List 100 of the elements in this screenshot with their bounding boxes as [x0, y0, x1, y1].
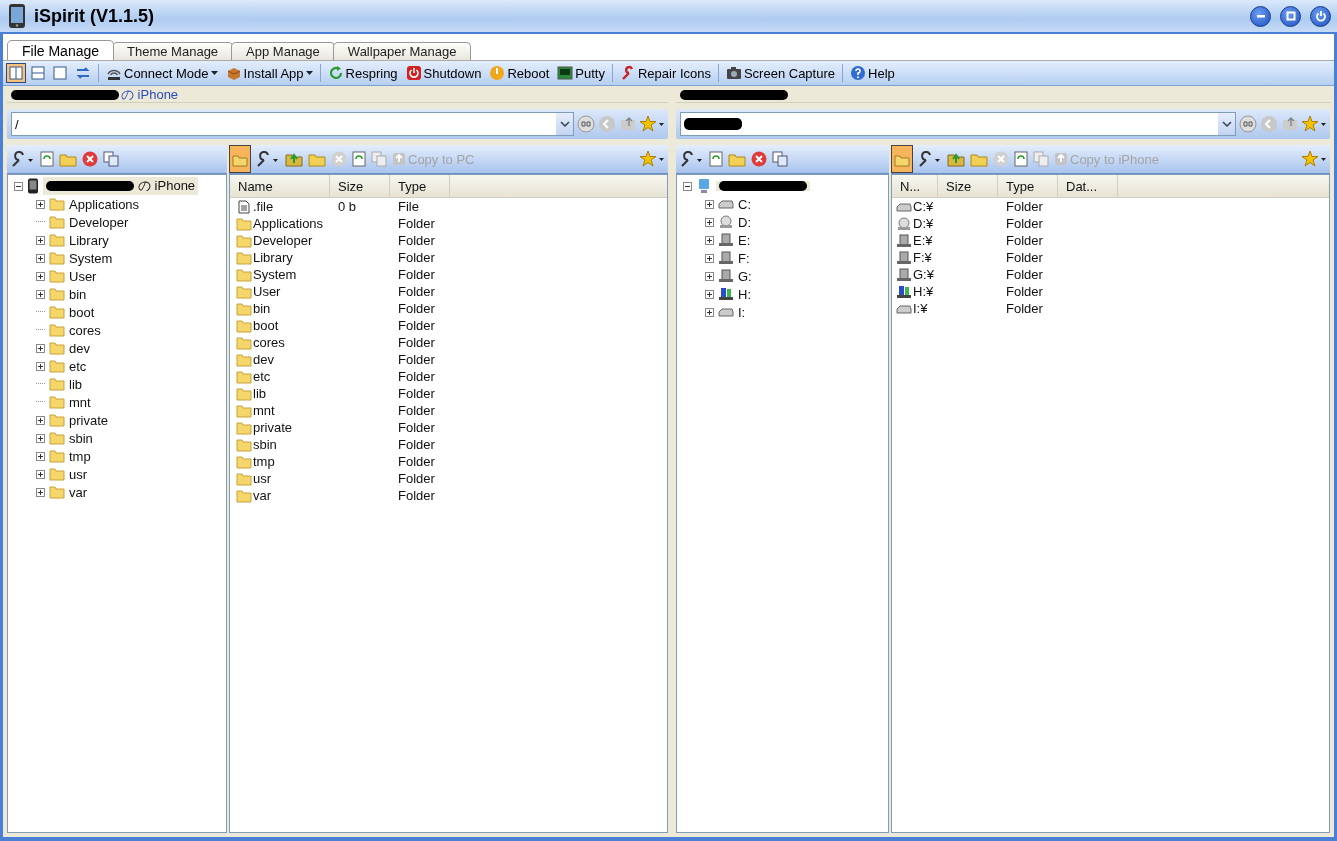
toolbar-button[interactable]: Respring [324, 65, 401, 81]
delete-icon[interactable] [82, 151, 98, 167]
column-header[interactable]: Type [390, 175, 450, 197]
expand-toggle[interactable] [36, 361, 45, 371]
file-name[interactable]: boot [253, 318, 279, 333]
tree-item[interactable]: usr [69, 466, 88, 482]
expand-toggle[interactable] [36, 433, 45, 443]
file-name[interactable]: cores [253, 335, 285, 350]
file-name[interactable]: private [253, 420, 293, 435]
file-name[interactable]: Library [253, 250, 293, 265]
star-icon[interactable] [1302, 150, 1326, 168]
column-header[interactable]: Dat... [1058, 175, 1118, 197]
file-name[interactable]: var [253, 488, 272, 503]
toolbar-button[interactable]: Connect Mode [103, 65, 221, 81]
file-name[interactable]: tmp [253, 454, 275, 469]
toolbar-button[interactable]: Reboot [486, 65, 553, 81]
expand-toggle[interactable] [705, 235, 714, 245]
toolbar-button[interactable]: Putty [554, 65, 608, 81]
tree-item[interactable]: H: [738, 286, 751, 302]
tree-item[interactable]: G: [738, 268, 752, 284]
file-name[interactable]: System [253, 267, 297, 282]
tab[interactable]: File Manage [7, 40, 115, 60]
tree-item[interactable]: sbin [69, 430, 93, 446]
tree-item[interactable]: private [69, 412, 109, 428]
collapse-toggle[interactable] [14, 181, 23, 191]
toolbar-button[interactable]: Help [847, 65, 898, 81]
file-name[interactable]: sbin [253, 437, 277, 452]
star-icon[interactable] [640, 115, 664, 133]
star-icon[interactable] [640, 150, 664, 168]
swap-icon[interactable] [75, 65, 91, 81]
file-name[interactable]: E:¥ [913, 233, 933, 248]
tree-item[interactable]: F: [738, 250, 750, 266]
tree-item[interactable]: tmp [69, 448, 91, 464]
column-header[interactable]: Size [938, 175, 998, 197]
refresh-icon[interactable] [1014, 151, 1028, 167]
go-icon[interactable] [577, 115, 595, 133]
maximize-button[interactable] [1280, 5, 1301, 27]
file-name[interactable]: lib [253, 386, 266, 401]
file-name[interactable]: Applications [253, 216, 324, 231]
file-name[interactable]: Developer [253, 233, 313, 248]
single-view-icon[interactable] [50, 63, 70, 83]
tree-item[interactable]: mnt [69, 394, 91, 410]
expand-toggle[interactable] [705, 253, 714, 263]
star-icon[interactable] [1302, 115, 1326, 133]
split-view-icon[interactable] [6, 63, 26, 83]
go-icon[interactable] [1239, 115, 1257, 133]
wrench-icon[interactable] [256, 150, 280, 168]
tree-item[interactable]: boot [69, 304, 95, 320]
expand-toggle[interactable] [36, 235, 45, 245]
expand-toggle[interactable] [36, 199, 45, 209]
file-name[interactable]: .file [253, 199, 274, 214]
expand-toggle[interactable] [36, 487, 45, 497]
tree-item[interactable]: Library [69, 232, 109, 248]
tree-item[interactable]: dev [69, 340, 90, 356]
tree-item[interactable]: cores [69, 322, 101, 338]
toolbar-button[interactable]: Screen Capture [722, 65, 838, 81]
column-header[interactable]: N... [892, 175, 938, 197]
tree-item[interactable]: I: [738, 304, 746, 320]
expand-toggle[interactable] [36, 253, 45, 263]
expand-toggle[interactable] [36, 271, 45, 281]
refresh-icon[interactable] [352, 151, 366, 167]
toolbar-button[interactable]: Shutdown [402, 65, 485, 81]
tree-item[interactable]: Developer [69, 214, 129, 230]
column-header[interactable]: Size [330, 175, 390, 197]
file-name[interactable]: dev [253, 352, 274, 367]
up-folder-icon[interactable] [1281, 115, 1299, 133]
expand-toggle[interactable] [705, 199, 714, 209]
tree-item[interactable]: etc [69, 358, 87, 374]
file-name[interactable]: D:¥ [913, 216, 934, 231]
expand-toggle[interactable] [36, 451, 45, 461]
copy-icon[interactable] [772, 151, 788, 167]
tree-item[interactable]: E: [738, 232, 751, 248]
file-name[interactable]: User [253, 284, 281, 299]
refresh-icon[interactable] [709, 151, 723, 167]
minimize-button[interactable] [1250, 5, 1271, 27]
tab[interactable]: Theme Manage [112, 42, 234, 60]
up-folder-icon[interactable] [619, 115, 637, 133]
up-folder-icon[interactable] [285, 151, 303, 167]
column-header[interactable]: Name [230, 175, 330, 197]
tree-item[interactable]: Applications [69, 196, 140, 212]
folder-toggle-icon[interactable] [891, 145, 913, 173]
tree-item[interactable]: System [69, 250, 113, 266]
column-header[interactable]: Type [998, 175, 1058, 197]
tree-item[interactable]: D: [738, 214, 751, 230]
wrench-icon[interactable] [918, 150, 942, 168]
power-button[interactable] [1310, 5, 1331, 27]
file-name[interactable]: C:¥ [913, 199, 934, 214]
expand-toggle[interactable] [705, 271, 714, 281]
copy-icon[interactable] [103, 151, 119, 167]
tree-item[interactable]: bin [69, 286, 87, 302]
expand-toggle[interactable] [705, 307, 714, 317]
file-name[interactable]: usr [253, 471, 272, 486]
up-folder-icon[interactable] [947, 151, 965, 167]
toolbar-button[interactable]: Repair Icons [616, 65, 714, 81]
expand-toggle[interactable] [705, 289, 714, 299]
folder-toggle-icon[interactable] [229, 145, 251, 173]
expand-toggle[interactable] [36, 415, 45, 425]
file-name[interactable]: mnt [253, 403, 275, 418]
collapse-toggle[interactable] [683, 181, 692, 191]
wrench-icon[interactable] [11, 150, 35, 168]
